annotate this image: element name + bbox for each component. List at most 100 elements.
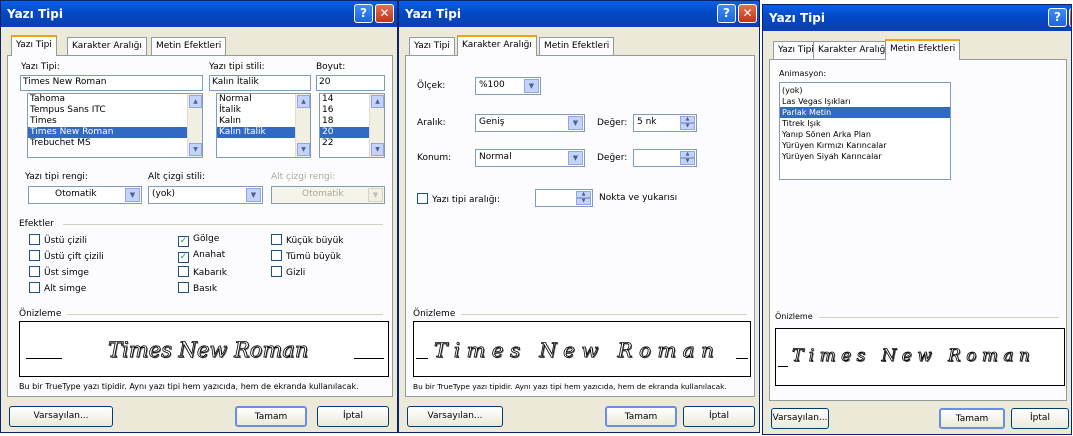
shadow-checkbox[interactable]: ✓ Gölge (178, 234, 219, 247)
checkbox-box[interactable] (29, 234, 40, 245)
scrollbar[interactable]: ▲ ▼ (369, 94, 384, 157)
tab-text-effects[interactable]: Metin Efektleri (151, 37, 227, 55)
close-button[interactable]: ✕ (1069, 8, 1071, 27)
tab-font[interactable]: Yazı Tipi (773, 41, 819, 59)
hidden-checkbox[interactable]: Gizli (271, 266, 305, 278)
scrollbar[interactable]: ▲ ▼ (187, 94, 202, 157)
ok-button[interactable]: Tamam (605, 406, 677, 427)
ok-button[interactable]: Tamam (235, 406, 307, 427)
checkbox-box[interactable] (417, 193, 428, 204)
outline-checkbox[interactable]: ✓ Anahat (178, 250, 225, 263)
spin-down-icon[interactable]: ▼ (680, 123, 695, 130)
list-item[interactable]: Yanıp Sönen Arka Plan (780, 129, 950, 140)
list-item[interactable]: Yürüyen Kırmızı Karıncalar (780, 140, 950, 151)
cancel-button[interactable]: İptal (1011, 408, 1069, 429)
chevron-down-icon[interactable]: ▼ (246, 188, 261, 202)
default-button[interactable]: Varsayılan... (771, 408, 829, 429)
close-button[interactable]: ✕ (738, 4, 757, 23)
spacing-amount-spinner[interactable]: 5 nk ▲ ▼ (633, 114, 697, 132)
engrave-checkbox[interactable]: Basık (178, 282, 217, 294)
list-item[interactable]: Parlak Metin (780, 107, 950, 118)
help-button[interactable]: ? (354, 4, 373, 23)
tab-character-spacing[interactable]: Karakter Aralığı (67, 37, 147, 55)
help-button[interactable]: ? (717, 4, 736, 23)
size-input[interactable]: 20 (316, 75, 385, 91)
list-item[interactable]: Trebuchet MS (28, 138, 202, 149)
list-item[interactable]: Tempus Sans ITC (28, 105, 202, 116)
size-list[interactable]: 14 16 18 20 22 ▲ ▼ (319, 93, 385, 158)
default-button[interactable]: Varsayılan... (9, 406, 113, 427)
cancel-button[interactable]: İptal (683, 406, 755, 427)
checkbox-box[interactable] (29, 282, 40, 293)
scale-select[interactable]: %100 ▼ (475, 77, 541, 95)
tab-character-spacing[interactable]: Karakter Aralığı (457, 35, 537, 56)
checkbox-label: Yazı tipi aralığı: (432, 195, 500, 205)
list-item[interactable]: Tahoma (28, 94, 202, 105)
help-button[interactable]: ? (1048, 8, 1067, 27)
style-list[interactable]: Normal İtalik Kalın Kalın İtalik ▲ ▼ (216, 93, 311, 158)
checkbox-box[interactable] (271, 250, 282, 261)
tab-character-spacing[interactable]: Karakter Aralığı (813, 41, 893, 59)
strikethrough-checkbox[interactable]: Üstü çizili (29, 234, 87, 246)
list-item[interactable]: Yürüyen Siyah Karıncalar (780, 151, 950, 162)
subscript-checkbox[interactable]: Alt simge (29, 282, 86, 294)
list-item[interactable]: Las Vegas Işıkları (780, 96, 950, 107)
kerning-spinner[interactable]: ▲ ▼ (535, 189, 593, 207)
ok-button[interactable]: Tamam (939, 408, 1005, 429)
truetype-note: Bu bir TrueType yazı tipidir. Aynı yazı … (19, 382, 359, 391)
tab-text-effects[interactable]: Metin Efektleri (885, 39, 961, 60)
spin-up-icon[interactable]: ▲ (576, 191, 591, 198)
spin-up-icon[interactable]: ▲ (680, 116, 695, 123)
default-button[interactable]: Varsayılan... (407, 406, 503, 427)
all-caps-checkbox[interactable]: Tümü büyük (271, 250, 341, 262)
scroll-up-icon[interactable]: ▲ (297, 95, 310, 108)
close-button[interactable]: ✕ (375, 4, 394, 23)
spin-down-icon[interactable]: ▼ (680, 158, 695, 165)
animation-list[interactable]: (yok) Las Vegas Işıkları Parlak Metin Ti… (779, 82, 951, 180)
checkbox-box[interactable] (271, 266, 282, 277)
checkbox-box[interactable] (29, 266, 40, 277)
list-item[interactable]: (yok) (780, 85, 950, 96)
checkbox-box[interactable] (29, 250, 40, 261)
position-amount-spinner[interactable]: ▲ ▼ (633, 149, 697, 167)
checkbox-box[interactable] (178, 266, 189, 277)
dialog-title: Yazı Tipi (7, 7, 63, 21)
underline-select[interactable]: (yok) ▼ (148, 186, 263, 204)
spin-up-icon[interactable]: ▲ (680, 151, 695, 158)
scroll-down-icon[interactable]: ▼ (371, 143, 384, 156)
scroll-up-icon[interactable]: ▲ (371, 95, 384, 108)
chevron-down-icon[interactable]: ▼ (568, 116, 583, 130)
cancel-button[interactable]: İptal (317, 406, 389, 427)
chevron-down-icon[interactable]: ▼ (524, 79, 539, 93)
font-input[interactable]: Times New Roman (20, 75, 203, 91)
tab-text-effects[interactable]: Metin Efektleri (539, 37, 615, 55)
spin-down-icon[interactable]: ▼ (576, 198, 591, 205)
tab-font[interactable]: Yazı Tipi (11, 35, 57, 56)
tab-font[interactable]: Yazı Tipi (409, 37, 455, 55)
checkbox-box[interactable] (178, 282, 189, 293)
chevron-down-icon[interactable]: ▼ (568, 151, 583, 165)
font-color-select[interactable]: Otomatik ▼ (28, 186, 142, 204)
list-item[interactable]: Times (28, 116, 202, 127)
scrollbar[interactable]: ▲ ▼ (295, 94, 310, 157)
check-icon[interactable]: ✓ (178, 236, 189, 247)
superscript-checkbox[interactable]: Üst simge (29, 266, 89, 278)
spacing-select[interactable]: Geniş ▼ (475, 114, 585, 132)
preview-label: Önizleme (413, 309, 456, 319)
chevron-down-icon[interactable]: ▼ (125, 188, 140, 202)
kerning-checkbox[interactable]: Yazı tipi aralığı: (417, 193, 500, 205)
font-list[interactable]: Tahoma Tempus Sans ITC Times Times New R… (27, 93, 203, 158)
list-item[interactable]: Times New Roman (28, 127, 202, 138)
style-input[interactable]: Kalın İtalik (209, 75, 311, 91)
check-icon[interactable]: ✓ (178, 252, 189, 263)
preview-text: T i m e s N e w R o m a n (792, 346, 1031, 367)
double-strikethrough-checkbox[interactable]: Üstü çift çizili (29, 250, 104, 262)
position-select[interactable]: Normal ▼ (475, 149, 585, 167)
scroll-down-icon[interactable]: ▼ (297, 143, 310, 156)
scroll-down-icon[interactable]: ▼ (189, 143, 202, 156)
list-item[interactable]: Titrek Işık (780, 118, 950, 129)
emboss-checkbox[interactable]: Kabarık (178, 266, 227, 278)
scroll-up-icon[interactable]: ▲ (189, 95, 202, 108)
checkbox-box[interactable] (271, 234, 282, 245)
small-caps-checkbox[interactable]: Küçük büyük (271, 234, 344, 246)
